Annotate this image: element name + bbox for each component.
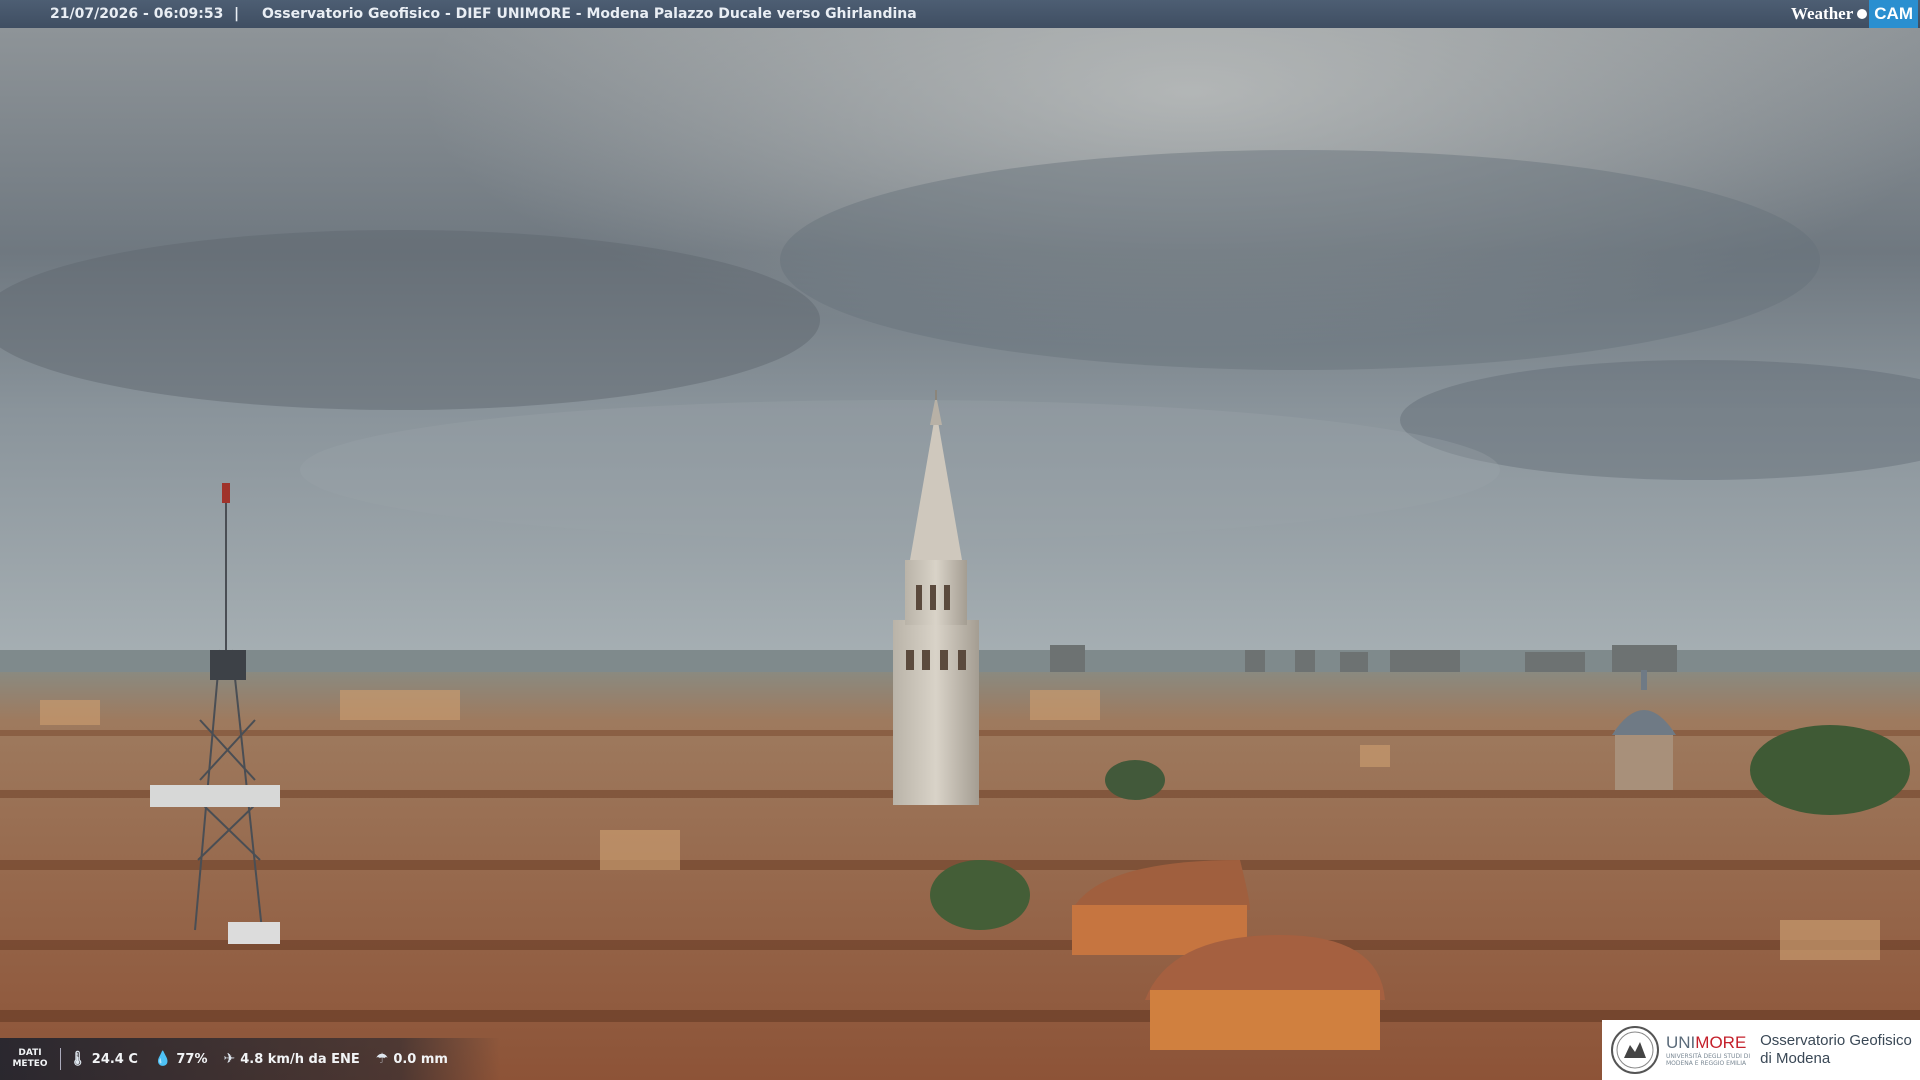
thermometer-icon: 🌡 — [69, 1051, 87, 1067]
timestamp: 21/07/2026 - 06:09:53 — [50, 6, 224, 22]
wind-vane-icon: ✈ — [223, 1051, 236, 1067]
unimore-subtitle-1: UNIVERSITÀ DEGLI STUDI DI — [1666, 1053, 1751, 1060]
unimore-wordmark: UNIMORE — [1666, 1033, 1750, 1053]
wind-reading: ✈ 4.8 km/h da ENE — [224, 1051, 360, 1067]
unimore-wordmark-more: MORE — [1695, 1033, 1747, 1052]
weathercam-dot-icon — [1857, 9, 1868, 19]
observatory-name-line1: Osservatorio Geofisico — [1760, 1032, 1912, 1049]
unimore-logo-panel: UNIMORE UNIVERSITÀ DEGLI STUDI DI MODENA… — [1602, 1020, 1920, 1080]
unimore-subtitle-2: MODENA E REGGIO EMILIA — [1666, 1060, 1747, 1067]
wind-value: 4.8 km/h da ENE — [240, 1051, 360, 1067]
weather-data-bar: DATI METEO 🌡 24.4 C 💧 77% ✈ 4.8 km/h da … — [0, 1038, 500, 1080]
rain-reading: ☂ 0.0 mm — [376, 1051, 448, 1067]
observatory-name: Osservatorio Geofisico di Modena — [1760, 1032, 1912, 1068]
separator: | — [234, 6, 240, 22]
humidity-drop-icon: 💧 — [153, 1051, 172, 1067]
weather-data-label-line2: METEO — [12, 1059, 48, 1069]
weathercam-logo: Weather CAM — [1790, 0, 1918, 28]
humidity-reading: 💧 77% — [154, 1051, 208, 1067]
weathercam-logo-weather: Weather — [1790, 4, 1854, 23]
weather-data-label-line1: DATI — [18, 1048, 42, 1058]
webcam-image — [0, 28, 1920, 1080]
temperature-value: 24.4 C — [91, 1051, 138, 1067]
rain-value: 0.0 mm — [393, 1051, 448, 1067]
weather-data-label: DATI METEO — [0, 1048, 61, 1070]
unimore-wordmark-uni: UNI — [1666, 1033, 1696, 1052]
humidity-value: 77% — [176, 1051, 208, 1067]
weathercam-logo-cam: CAM — [1869, 0, 1918, 28]
temperature-reading: 🌡 24.4 C — [69, 1051, 138, 1067]
university-seal-icon — [1611, 1026, 1659, 1074]
rain-gauge-icon: ☂ — [375, 1051, 389, 1067]
top-status-bar: 21/07/2026 - 06:09:53 | Osservatorio Geo… — [0, 0, 1920, 28]
observatory-name-line2: di Modena — [1760, 1050, 1831, 1067]
camera-title: Osservatorio Geofisico - DIEF UNIMORE - … — [262, 6, 917, 22]
